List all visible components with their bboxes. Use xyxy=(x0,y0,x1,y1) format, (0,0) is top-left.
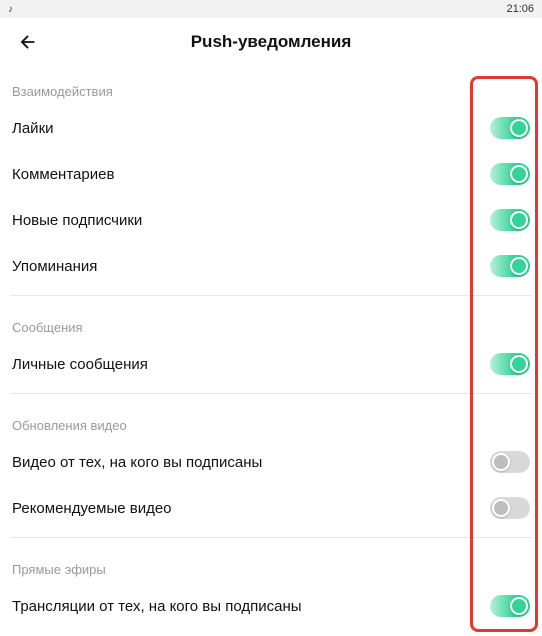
status-time: 21:06 xyxy=(506,3,534,15)
arrow-left-icon xyxy=(17,31,39,53)
divider xyxy=(10,537,532,538)
status-bar: ♪ 21:06 xyxy=(0,0,542,18)
setting-label: Видео от тех, на кого вы подписаны xyxy=(12,454,490,471)
toggle-knob xyxy=(492,453,510,471)
setting-label: Личные сообщения xyxy=(12,356,490,373)
divider xyxy=(10,393,532,394)
toggle-knob xyxy=(510,211,528,229)
section-title: Обновления видео xyxy=(10,400,532,439)
back-button[interactable] xyxy=(12,26,44,58)
setting-row: Рекомендуемые видео xyxy=(10,485,532,531)
toggle-knob xyxy=(492,499,510,517)
toggle-new-followers[interactable] xyxy=(490,209,530,231)
page-title: Push-уведомления xyxy=(0,32,542,52)
toggle-knob xyxy=(510,355,528,373)
toggle-knob xyxy=(510,257,528,275)
section-title: Прямые эфиры xyxy=(10,544,532,583)
settings-list: Взаимодействия Лайки Комментариев Новые под… xyxy=(0,66,542,629)
setting-label: Упоминания xyxy=(12,258,490,275)
toggle-comments[interactable] xyxy=(490,163,530,185)
toggle-direct-messages[interactable] xyxy=(490,353,530,375)
setting-label: Лайки xyxy=(12,120,490,137)
setting-label: Новые подписчики xyxy=(12,212,490,229)
divider xyxy=(10,295,532,296)
toggle-knob xyxy=(510,119,528,137)
setting-row: Новые подписчики xyxy=(10,197,532,243)
toggle-recommended-videos[interactable] xyxy=(490,497,530,519)
setting-row: Комментариев xyxy=(10,151,532,197)
toggle-live-from-following[interactable] xyxy=(490,595,530,617)
toggle-videos-from-following[interactable] xyxy=(490,451,530,473)
toggle-knob xyxy=(510,165,528,183)
setting-row: Личные сообщения xyxy=(10,341,532,387)
setting-label: Трансляции от тех, на кого вы подписаны xyxy=(12,598,490,615)
toggle-likes[interactable] xyxy=(490,117,530,139)
section-title: Взаимодействия xyxy=(10,66,532,105)
music-note-icon: ♪ xyxy=(8,4,13,15)
setting-row: Трансляции от тех, на кого вы подписаны xyxy=(10,583,532,629)
header: Push-уведомления xyxy=(0,18,542,66)
toggle-mentions[interactable] xyxy=(490,255,530,277)
section-title: Сообщения xyxy=(10,302,532,341)
toggle-knob xyxy=(510,597,528,615)
setting-row: Лайки xyxy=(10,105,532,151)
setting-label: Рекомендуемые видео xyxy=(12,500,490,517)
setting-label: Комментариев xyxy=(12,166,490,183)
setting-row: Видео от тех, на кого вы подписаны xyxy=(10,439,532,485)
setting-row: Упоминания xyxy=(10,243,532,289)
